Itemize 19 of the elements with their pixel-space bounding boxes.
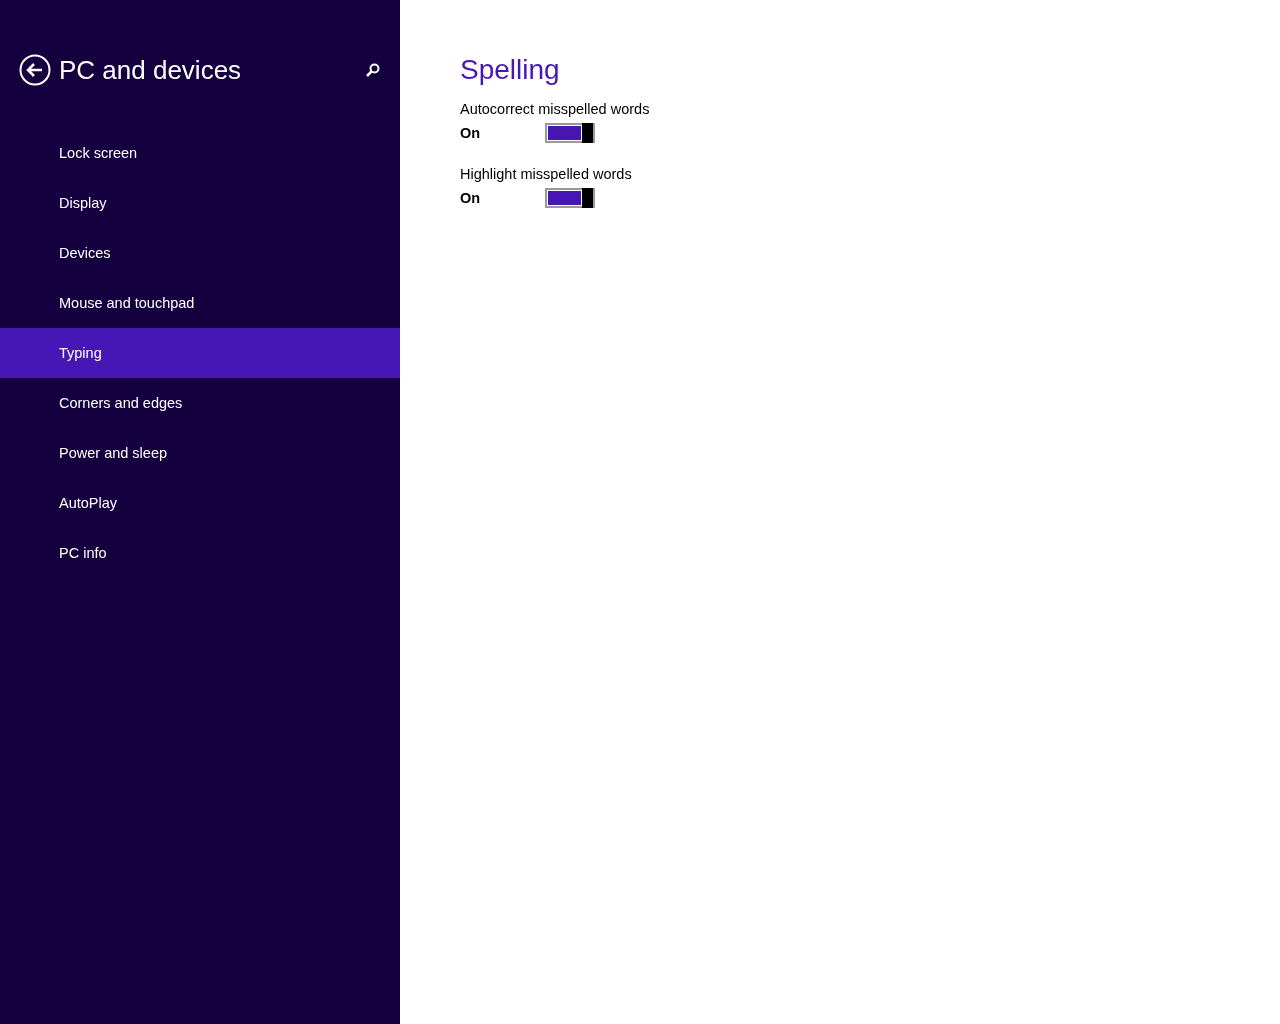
sidebar-item[interactable]: Devices [0, 228, 400, 278]
sidebar-item[interactable]: Typing [0, 328, 400, 378]
sidebar-item[interactable]: Display [0, 178, 400, 228]
search-icon[interactable] [366, 63, 380, 77]
sidebar-item[interactable]: Corners and edges [0, 378, 400, 428]
sidebar-item[interactable]: Lock screen [0, 128, 400, 178]
sidebar-item[interactable]: AutoPlay [0, 478, 400, 528]
page-title: PC and devices [59, 54, 243, 86]
setting-label: Autocorrect misspelled words [460, 101, 650, 117]
sidebar-item[interactable]: PC info [0, 528, 400, 578]
toggle-switch[interactable] [545, 188, 595, 208]
toggle-state-text: On [460, 125, 482, 141]
sidebar-item[interactable]: Power and sleep [0, 428, 400, 478]
sidebar-item[interactable]: Mouse and touchpad [0, 278, 400, 328]
back-icon[interactable] [19, 54, 51, 86]
toggle-state-text: On [460, 190, 482, 206]
toggle-switch[interactable] [545, 123, 595, 143]
setting-label: Highlight misspelled words [460, 166, 632, 182]
section-heading: Spelling [460, 54, 560, 86]
